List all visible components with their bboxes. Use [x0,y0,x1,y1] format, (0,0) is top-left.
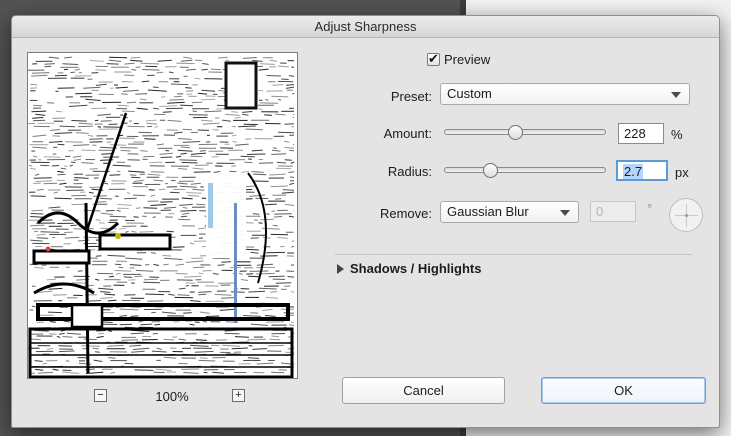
radius-slider-track[interactable] [444,167,606,173]
amount-slider-thumb[interactable] [508,125,523,140]
radius-input[interactable]: 2.7 [616,160,668,181]
amount-slider-track[interactable] [444,129,606,135]
zoom-out-button[interactable]: − [94,389,107,402]
radius-unit: px [675,165,689,180]
shadows-highlights-toggle[interactable]: Shadows / Highlights [337,261,481,276]
amount-value: 228 [624,126,646,141]
zoom-level: 100% [155,389,189,404]
amount-label: Amount: [383,126,432,141]
zoom-bar: − 100% + [27,387,298,407]
preview-checkbox-label: Preview [444,51,491,67]
radius-slider-thumb[interactable] [483,163,498,178]
cancel-button[interactable]: Cancel [342,377,505,404]
preview-image[interactable] [27,52,298,379]
chevron-down-icon [671,92,681,98]
dialog-title[interactable]: Adjust Sharpness [12,16,719,38]
ok-button[interactable]: OK [541,377,706,404]
plus-icon: + [235,389,242,401]
preset-label: Preset: [390,89,432,104]
radius-value: 2.7 [623,164,644,179]
angle-unit: ° [647,201,653,216]
preset-value: Custom [447,86,492,101]
remove-select[interactable]: Gaussian Blur [440,201,579,223]
checkmark-icon: ✔ [428,50,439,66]
angle-value: 0 [596,204,604,219]
angle-input[interactable]: 0 [590,201,636,222]
triangle-right-icon [337,263,344,274]
preview-checkbox-row[interactable]: ✔ Preview [427,51,490,67]
amount-unit: % [671,127,683,142]
amount-input[interactable]: 228 [618,123,664,144]
remove-value: Gaussian Blur [447,204,529,219]
minus-icon: − [97,389,104,401]
adjust-sharpness-dialog: Adjust Sharpness − 100% + ✔ Preview Pres… [11,15,720,428]
remove-label: Remove: [379,206,432,221]
section-divider [335,254,692,255]
shadows-highlights-label: Shadows / Highlights [350,261,482,276]
chevron-down-icon [560,210,570,216]
zoom-in-button[interactable]: + [232,389,245,402]
preset-select[interactable]: Custom [440,83,690,105]
angle-dial-icon[interactable] [669,198,703,232]
radius-label: Radius: [387,164,432,179]
preview-checkbox[interactable]: ✔ [427,50,440,66]
angle-dial-center [685,214,688,217]
